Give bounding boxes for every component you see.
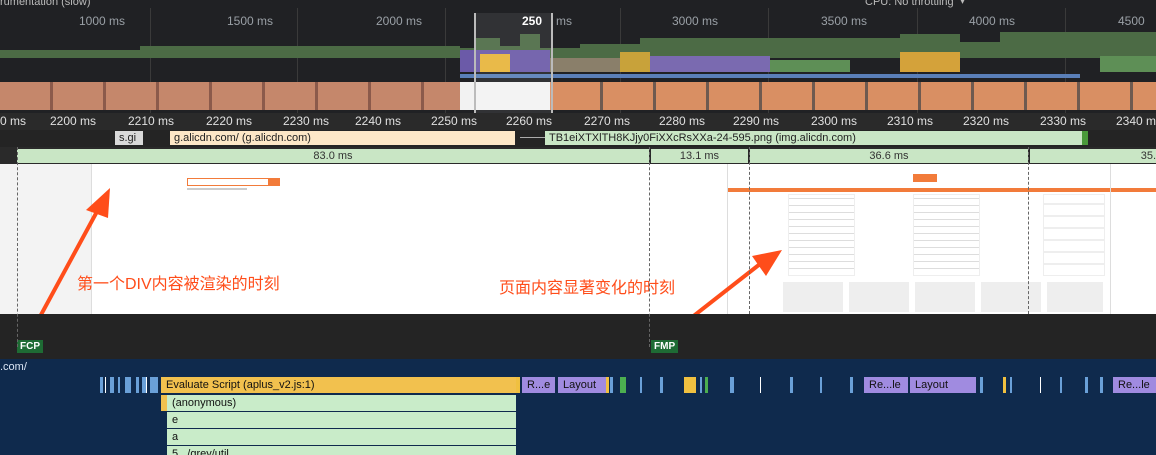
ruler-tick: 0 ms [0, 114, 27, 128]
ruler-tick: 2230 ms [283, 114, 330, 128]
main-thread-flame-chart[interactable]: .com/ Evaluate Script (aplus_v2.js:1) R.… [0, 359, 1156, 455]
ruler-tick: 2330 ms [1040, 114, 1087, 128]
frame-segment[interactable]: 36.6 ms [750, 149, 1028, 163]
flame-recalc-style[interactable]: Re...le [864, 377, 908, 393]
frames-track[interactable]: 83.0 ms 13.1 ms 36.6 ms 35. [0, 147, 1156, 164]
arrow-head-icon [752, 250, 782, 276]
screenshots-track[interactable]: 第一个DIV内容被渲染的时刻 页面内容显著变化的时刻 [0, 164, 1156, 314]
ruler-tick: 2200 ms [50, 114, 97, 128]
cpu-throttle-label[interactable]: CPU: No throttling [865, 0, 954, 8]
timings-track[interactable]: FCP FMP [0, 314, 1156, 359]
flame-evaluate-script[interactable]: Evaluate Script (aplus_v2.js:1) [161, 377, 516, 393]
track-label: .com/ [0, 361, 27, 373]
ruler-tick: 2340 m [1116, 114, 1156, 128]
ruler-tick: 2260 ms [506, 114, 553, 128]
frame-segment[interactable]: 83.0 ms [17, 149, 649, 163]
timeline-overview[interactable]: rumentation (slow) CPU: No throttling ▾ … [0, 0, 1156, 113]
flame-recalc-style[interactable]: R...e [522, 377, 555, 393]
flame-recalc-style[interactable]: Re...le [1113, 377, 1156, 393]
screenshot-filmstrip [0, 82, 1156, 110]
frame-segment[interactable]: 13.1 ms [651, 149, 748, 163]
overview-tick: 1500 ms [227, 14, 274, 28]
flame-call[interactable]: 5.../grey/util... [167, 446, 516, 455]
overview-tick: 2000 ms [376, 14, 423, 28]
network-track[interactable]: s.gi g.alicdn.com/ (g.alicdn.com) TB1eiX… [0, 130, 1156, 147]
ruler-tick: 2240 ms [355, 114, 402, 128]
ruler-tick: 2310 ms [887, 114, 934, 128]
network-request[interactable]: TB1eiXTXlTH8KJjy0FiXXcRsXXa-24-595.png (… [545, 131, 1085, 145]
overview-header-left: rumentation (slow) [0, 0, 91, 8]
frame-segment[interactable]: 35. [1030, 149, 1156, 163]
ruler-tick: 2300 ms [811, 114, 858, 128]
detail-time-ruler: 0 ms 2200 ms 2210 ms 2220 ms 2230 ms 224… [0, 113, 1156, 130]
network-overview-bar [460, 74, 1080, 78]
network-request[interactable]: s.gi [115, 131, 143, 145]
ruler-tick: 2210 ms [128, 114, 175, 128]
ruler-tick: 2290 ms [733, 114, 780, 128]
flame-anonymous[interactable]: (anonymous) [167, 395, 516, 411]
ruler-tick: 2280 ms [659, 114, 706, 128]
overview-tick: 1000 ms [79, 14, 126, 28]
overview-tick: 3000 ms [672, 14, 719, 28]
selection-duration: 250 [522, 14, 543, 28]
overview-tick: 3500 ms [821, 14, 868, 28]
selection-duration-unit: ms [556, 14, 572, 28]
annotation-arrows [39, 188, 782, 314]
arrow-head-icon [86, 188, 110, 218]
ruler-tick: 2320 ms [963, 114, 1010, 128]
flame-layout[interactable]: Layout [558, 377, 606, 393]
fcp-marker[interactable]: FCP [17, 340, 43, 353]
flame-layout[interactable]: Layout [910, 377, 976, 393]
flame-call[interactable]: e [167, 412, 516, 428]
ruler-tick: 2220 ms [206, 114, 253, 128]
flame-call[interactable]: a [167, 429, 516, 445]
ruler-tick: 2270 ms [584, 114, 631, 128]
network-request[interactable]: g.alicdn.com/ (g.alicdn.com) [170, 131, 515, 145]
ruler-tick: 2250 ms [431, 114, 478, 128]
fmp-marker[interactable]: FMP [651, 340, 679, 353]
overview-tick: 4000 ms [969, 14, 1016, 28]
cpu-chart [460, 50, 1156, 72]
dropdown-arrow-icon[interactable]: ▾ [960, 0, 965, 7]
selection-window[interactable] [474, 13, 553, 113]
